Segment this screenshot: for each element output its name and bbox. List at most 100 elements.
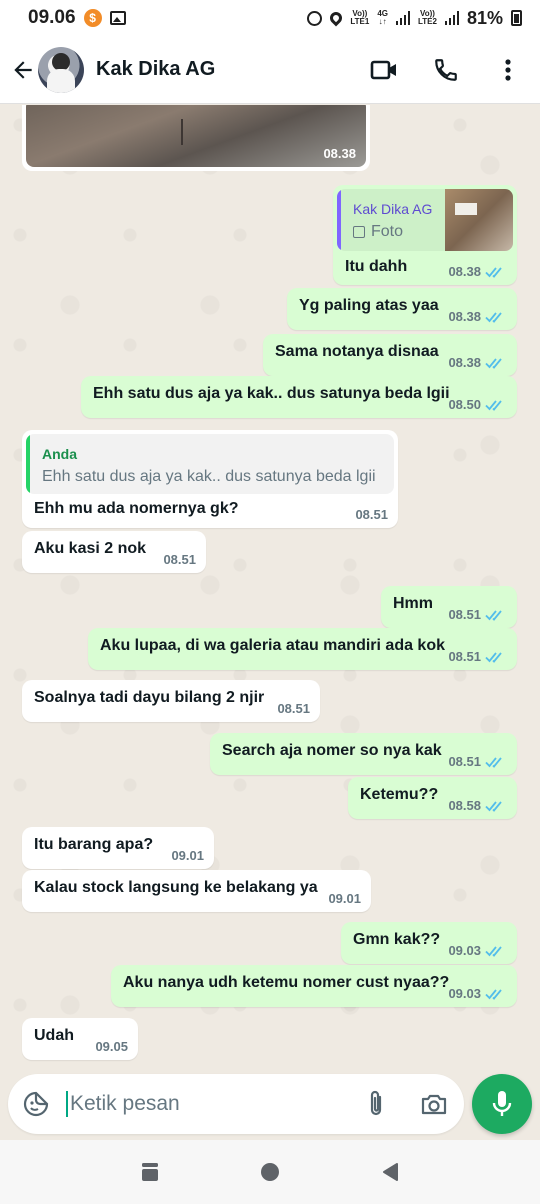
message-time: 09.01 xyxy=(328,891,361,906)
network-4g-indicator: 4G ↓↑ xyxy=(377,9,388,26)
message-text: Aku lupaa, di wa galeria atau mandiri ad… xyxy=(100,637,445,654)
message-time: 09.05 xyxy=(95,1039,128,1054)
message-time: 08.58 xyxy=(448,798,481,813)
read-ticks-icon xyxy=(485,945,502,957)
message-text: Gmn kak?? xyxy=(353,931,441,948)
quote-text: Foto xyxy=(371,223,404,240)
read-ticks-icon xyxy=(485,756,502,768)
contact-name[interactable]: Kak Dika AG xyxy=(96,58,215,81)
message-time: 08.38 xyxy=(323,146,356,161)
message-incoming[interactable]: Kalau stock langsung ke belakang ya 09.0… xyxy=(22,870,371,912)
mic-button[interactable] xyxy=(472,1074,532,1134)
message-time: 08.38 xyxy=(448,309,481,324)
photo-icon xyxy=(353,226,365,238)
quote-author: Kak Dika AG xyxy=(353,201,433,217)
quoted-message[interactable]: Kak Dika AG Foto xyxy=(337,189,513,251)
message-text: Hmm xyxy=(393,595,434,612)
message-time: 08.51 xyxy=(448,607,481,622)
gallery-notification-icon xyxy=(109,11,126,25)
message-outgoing[interactable]: Hmm 08.51 xyxy=(381,586,517,628)
message-outgoing[interactable]: Aku nanya udh ketemu nomer cust nyaa?? 0… xyxy=(111,965,517,1007)
video-call-icon[interactable] xyxy=(368,54,400,86)
read-ticks-icon xyxy=(485,266,502,278)
message-time: 09.01 xyxy=(171,848,204,863)
message-outgoing[interactable]: Sama notanya disnaa 08.38 xyxy=(263,334,517,376)
chat-header: Kak Dika AG xyxy=(0,36,540,104)
mic-icon xyxy=(492,1091,512,1116)
alarm-icon xyxy=(307,10,323,26)
system-navigation-bar xyxy=(0,1140,540,1204)
message-text: Udah xyxy=(34,1027,74,1044)
message-time: 08.51 xyxy=(277,701,310,716)
message-time: 08.50 xyxy=(448,397,481,412)
message-text: Itu dahh xyxy=(345,258,408,275)
message-incoming[interactable]: Soalnya tadi dayu bilang 2 njir 08.51 xyxy=(22,680,320,722)
recent-apps-button[interactable] xyxy=(130,1152,170,1192)
sim1-indicator: Vo)) LTE1 xyxy=(350,9,370,26)
message-outgoing[interactable]: Search aja nomer so nya kak 08.51 xyxy=(210,733,517,775)
battery-icon xyxy=(511,10,522,26)
quote-thumbnail xyxy=(445,189,513,251)
message-time: 08.51 xyxy=(355,507,388,522)
message-incoming[interactable]: Aku kasi 2 nok 08.51 xyxy=(22,531,206,573)
quote-author: Anda xyxy=(42,446,77,462)
message-input[interactable]: Ketik pesan xyxy=(66,1091,360,1117)
image-message[interactable]: 08.38 xyxy=(22,105,370,171)
message-incoming[interactable]: Anda Ehh satu dus aja ya kak.. dus satun… xyxy=(22,430,398,528)
message-composer[interactable]: Ketik pesan xyxy=(8,1074,464,1134)
message-outgoing[interactable]: Yg paling atas yaa 08.38 xyxy=(287,288,517,330)
status-time: 09.06 xyxy=(28,7,76,28)
message-incoming[interactable]: Udah 09.05 xyxy=(22,1018,138,1060)
message-time: 09.03 xyxy=(448,943,481,958)
quote-text: Ehh satu dus aja ya kak.. dus satunya be… xyxy=(42,468,376,485)
message-text: Search aja nomer so nya kak xyxy=(222,742,442,759)
message-time: 08.38 xyxy=(448,355,481,370)
read-ticks-icon xyxy=(485,357,502,369)
message-time: 09.03 xyxy=(448,986,481,1001)
message-outgoing[interactable]: Kak Dika AG Foto Itu dahh 08.38 xyxy=(333,185,517,285)
sticker-icon[interactable] xyxy=(20,1088,52,1120)
quoted-message[interactable]: Anda Ehh satu dus aja ya kak.. dus satun… xyxy=(26,434,394,494)
more-options-icon[interactable] xyxy=(492,54,524,86)
message-text: Ketemu?? xyxy=(360,786,439,803)
voice-call-icon[interactable] xyxy=(430,54,462,86)
location-icon xyxy=(327,9,345,27)
message-text: Ehh satu dus aja ya kak.. dus satunya be… xyxy=(93,385,450,402)
message-time: 08.51 xyxy=(448,754,481,769)
camera-icon[interactable] xyxy=(418,1088,450,1120)
message-time: 08.38 xyxy=(448,264,481,279)
message-text: Soalnya tadi dayu bilang 2 njir xyxy=(34,689,265,706)
status-bar: 09.06 $ Vo)) LTE1 4G ↓↑ Vo)) LTE2 81% xyxy=(0,0,540,36)
message-outgoing[interactable]: Ehh satu dus aja ya kak.. dus satunya be… xyxy=(81,376,517,418)
sim2-indicator: Vo)) LTE2 xyxy=(418,9,437,26)
message-outgoing[interactable]: Gmn kak?? 09.03 xyxy=(341,922,517,964)
back-button[interactable] xyxy=(370,1152,410,1192)
message-text: Itu barang apa? xyxy=(34,836,154,853)
read-ticks-icon xyxy=(485,609,502,621)
read-ticks-icon xyxy=(485,311,502,323)
message-incoming[interactable]: Itu barang apa? 09.01 xyxy=(22,827,214,869)
message-text: Yg paling atas yaa xyxy=(299,297,439,314)
message-input-placeholder: Ketik pesan xyxy=(70,1092,180,1115)
message-text: Kalau stock langsung ke belakang ya xyxy=(34,879,318,896)
message-text: Aku kasi 2 nok xyxy=(34,540,147,557)
message-time: 08.51 xyxy=(448,649,481,664)
message-text: Sama notanya disnaa xyxy=(275,343,439,360)
message-outgoing[interactable]: Aku lupaa, di wa galeria atau mandiri ad… xyxy=(88,628,517,670)
home-button[interactable] xyxy=(250,1152,290,1192)
read-ticks-icon xyxy=(485,800,502,812)
signal-icon-1 xyxy=(396,11,410,25)
read-ticks-icon xyxy=(485,399,502,411)
message-time: 08.51 xyxy=(163,552,196,567)
battery-percent: 81% xyxy=(466,7,503,28)
avatar[interactable] xyxy=(38,46,84,93)
read-ticks-icon xyxy=(485,651,502,663)
signal-icon-2 xyxy=(444,11,459,25)
back-arrow-icon[interactable] xyxy=(8,55,38,85)
message-outgoing[interactable]: Ketemu?? 08.58 xyxy=(348,777,517,819)
attach-icon[interactable] xyxy=(360,1088,392,1120)
coin-app-icon: $ xyxy=(83,9,102,27)
photo-thumbnail[interactable]: 08.38 xyxy=(26,105,366,167)
read-ticks-icon xyxy=(485,988,502,1000)
chat-area[interactable]: 08.38 Kak Dika AG Foto Itu dahh 08.38 Yg… xyxy=(0,105,540,1073)
